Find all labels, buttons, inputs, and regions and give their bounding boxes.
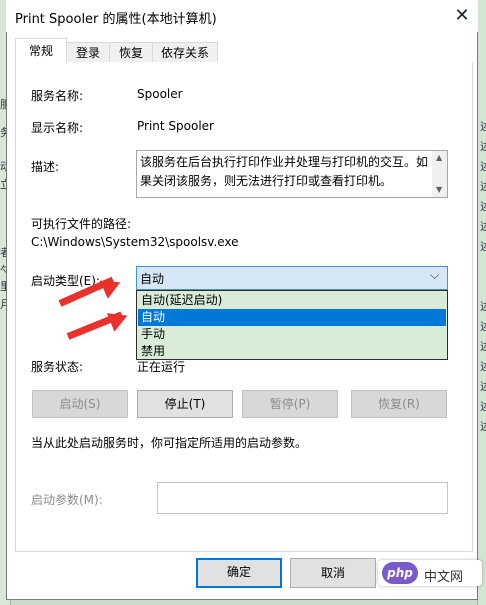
start-params-hint: 当从此处启动服务时，你可指定所适用的启动参数。 — [31, 436, 308, 450]
window-title: Print Spooler 的属性(本地计算机) — [15, 12, 217, 27]
description-scrollbar[interactable]: ▲ ▼ — [432, 151, 447, 197]
resume-button[interactable]: 恢复(R) — [351, 390, 447, 418]
bg-fragment: 述 — [480, 360, 486, 373]
startup-type-dropdown[interactable]: 自动(延迟启动) 自动 手动 禁用 — [136, 290, 448, 360]
bg-fragment: 述 — [480, 420, 486, 433]
option-automatic[interactable]: 自动 — [138, 309, 446, 326]
watermark-text: 中文网 — [424, 570, 464, 585]
executable-path-value: C:\Windows\System32\spoolsv.exe — [31, 235, 239, 249]
start-params-label: 启动参数(M): — [31, 493, 103, 507]
chevron-down-icon[interactable]: ⌵ — [430, 268, 439, 283]
option-manual[interactable]: 手动 — [138, 326, 446, 343]
bg-fragment: 述 — [480, 320, 486, 333]
bg-fragment: 述 — [480, 400, 486, 413]
executable-path-label: 可执行文件的路径: — [31, 217, 132, 231]
service-status-value: 正在运行 — [137, 360, 186, 374]
php-logo-icon: php — [382, 562, 418, 584]
tab-recovery[interactable]: 恢复 — [109, 42, 153, 62]
bg-fragment: 述 — [480, 240, 486, 253]
bg-fragment: 述 — [480, 200, 486, 213]
pause-button[interactable]: 暂停(P) — [242, 390, 338, 418]
bg-fragment: 述 — [480, 300, 486, 313]
service-name-label: 服务名称: — [31, 89, 84, 103]
scroll-down-icon[interactable]: ▼ — [436, 185, 442, 194]
bg-fragment: 述 — [480, 220, 486, 233]
bg-fragment: 述 — [480, 380, 486, 393]
description-label: 描述: — [31, 160, 60, 174]
background-app-right: 述 述 述 述 述 述 述 述 述 述 述 述 述 述 — [477, 0, 486, 605]
scroll-up-icon[interactable]: ▲ — [436, 153, 442, 162]
bg-fragment: 述 — [480, 140, 486, 153]
tab-logon[interactable]: 登录 — [66, 42, 110, 62]
service-status-label: 服务状态: — [31, 360, 84, 374]
startup-type-value: 自动 — [140, 272, 165, 286]
close-icon[interactable]: ✕ — [447, 4, 477, 28]
tab-general[interactable]: 常规 — [15, 38, 67, 63]
cancel-button[interactable]: 取消 — [290, 558, 376, 588]
start-button[interactable]: 启动(S) — [32, 390, 128, 418]
service-name-value: Spooler — [137, 87, 183, 101]
tab-dependencies[interactable]: 依存关系 — [152, 42, 218, 62]
stop-button[interactable]: 停止(T) — [137, 390, 233, 418]
bg-fragment: 述 — [480, 160, 486, 173]
ok-button[interactable]: 确定 — [196, 558, 282, 588]
option-automatic-delayed[interactable]: 自动(延迟启动) — [138, 292, 446, 309]
display-name-label: 显示名称: — [31, 121, 84, 135]
display-name-value: Print Spooler — [137, 119, 214, 133]
startup-type-select[interactable] — [136, 266, 448, 290]
option-disabled[interactable]: 禁用 — [138, 343, 446, 360]
bg-fragment: 述 — [480, 340, 486, 353]
bg-fragment: 述 — [480, 120, 486, 133]
bg-fragment: 述 — [480, 180, 486, 193]
start-params-input[interactable] — [157, 482, 448, 514]
description-textbox[interactable]: 该服务在后台执行打印作业并处理与打印机的交互。如果关闭该服务，则无法进行打印或查… — [136, 150, 448, 198]
